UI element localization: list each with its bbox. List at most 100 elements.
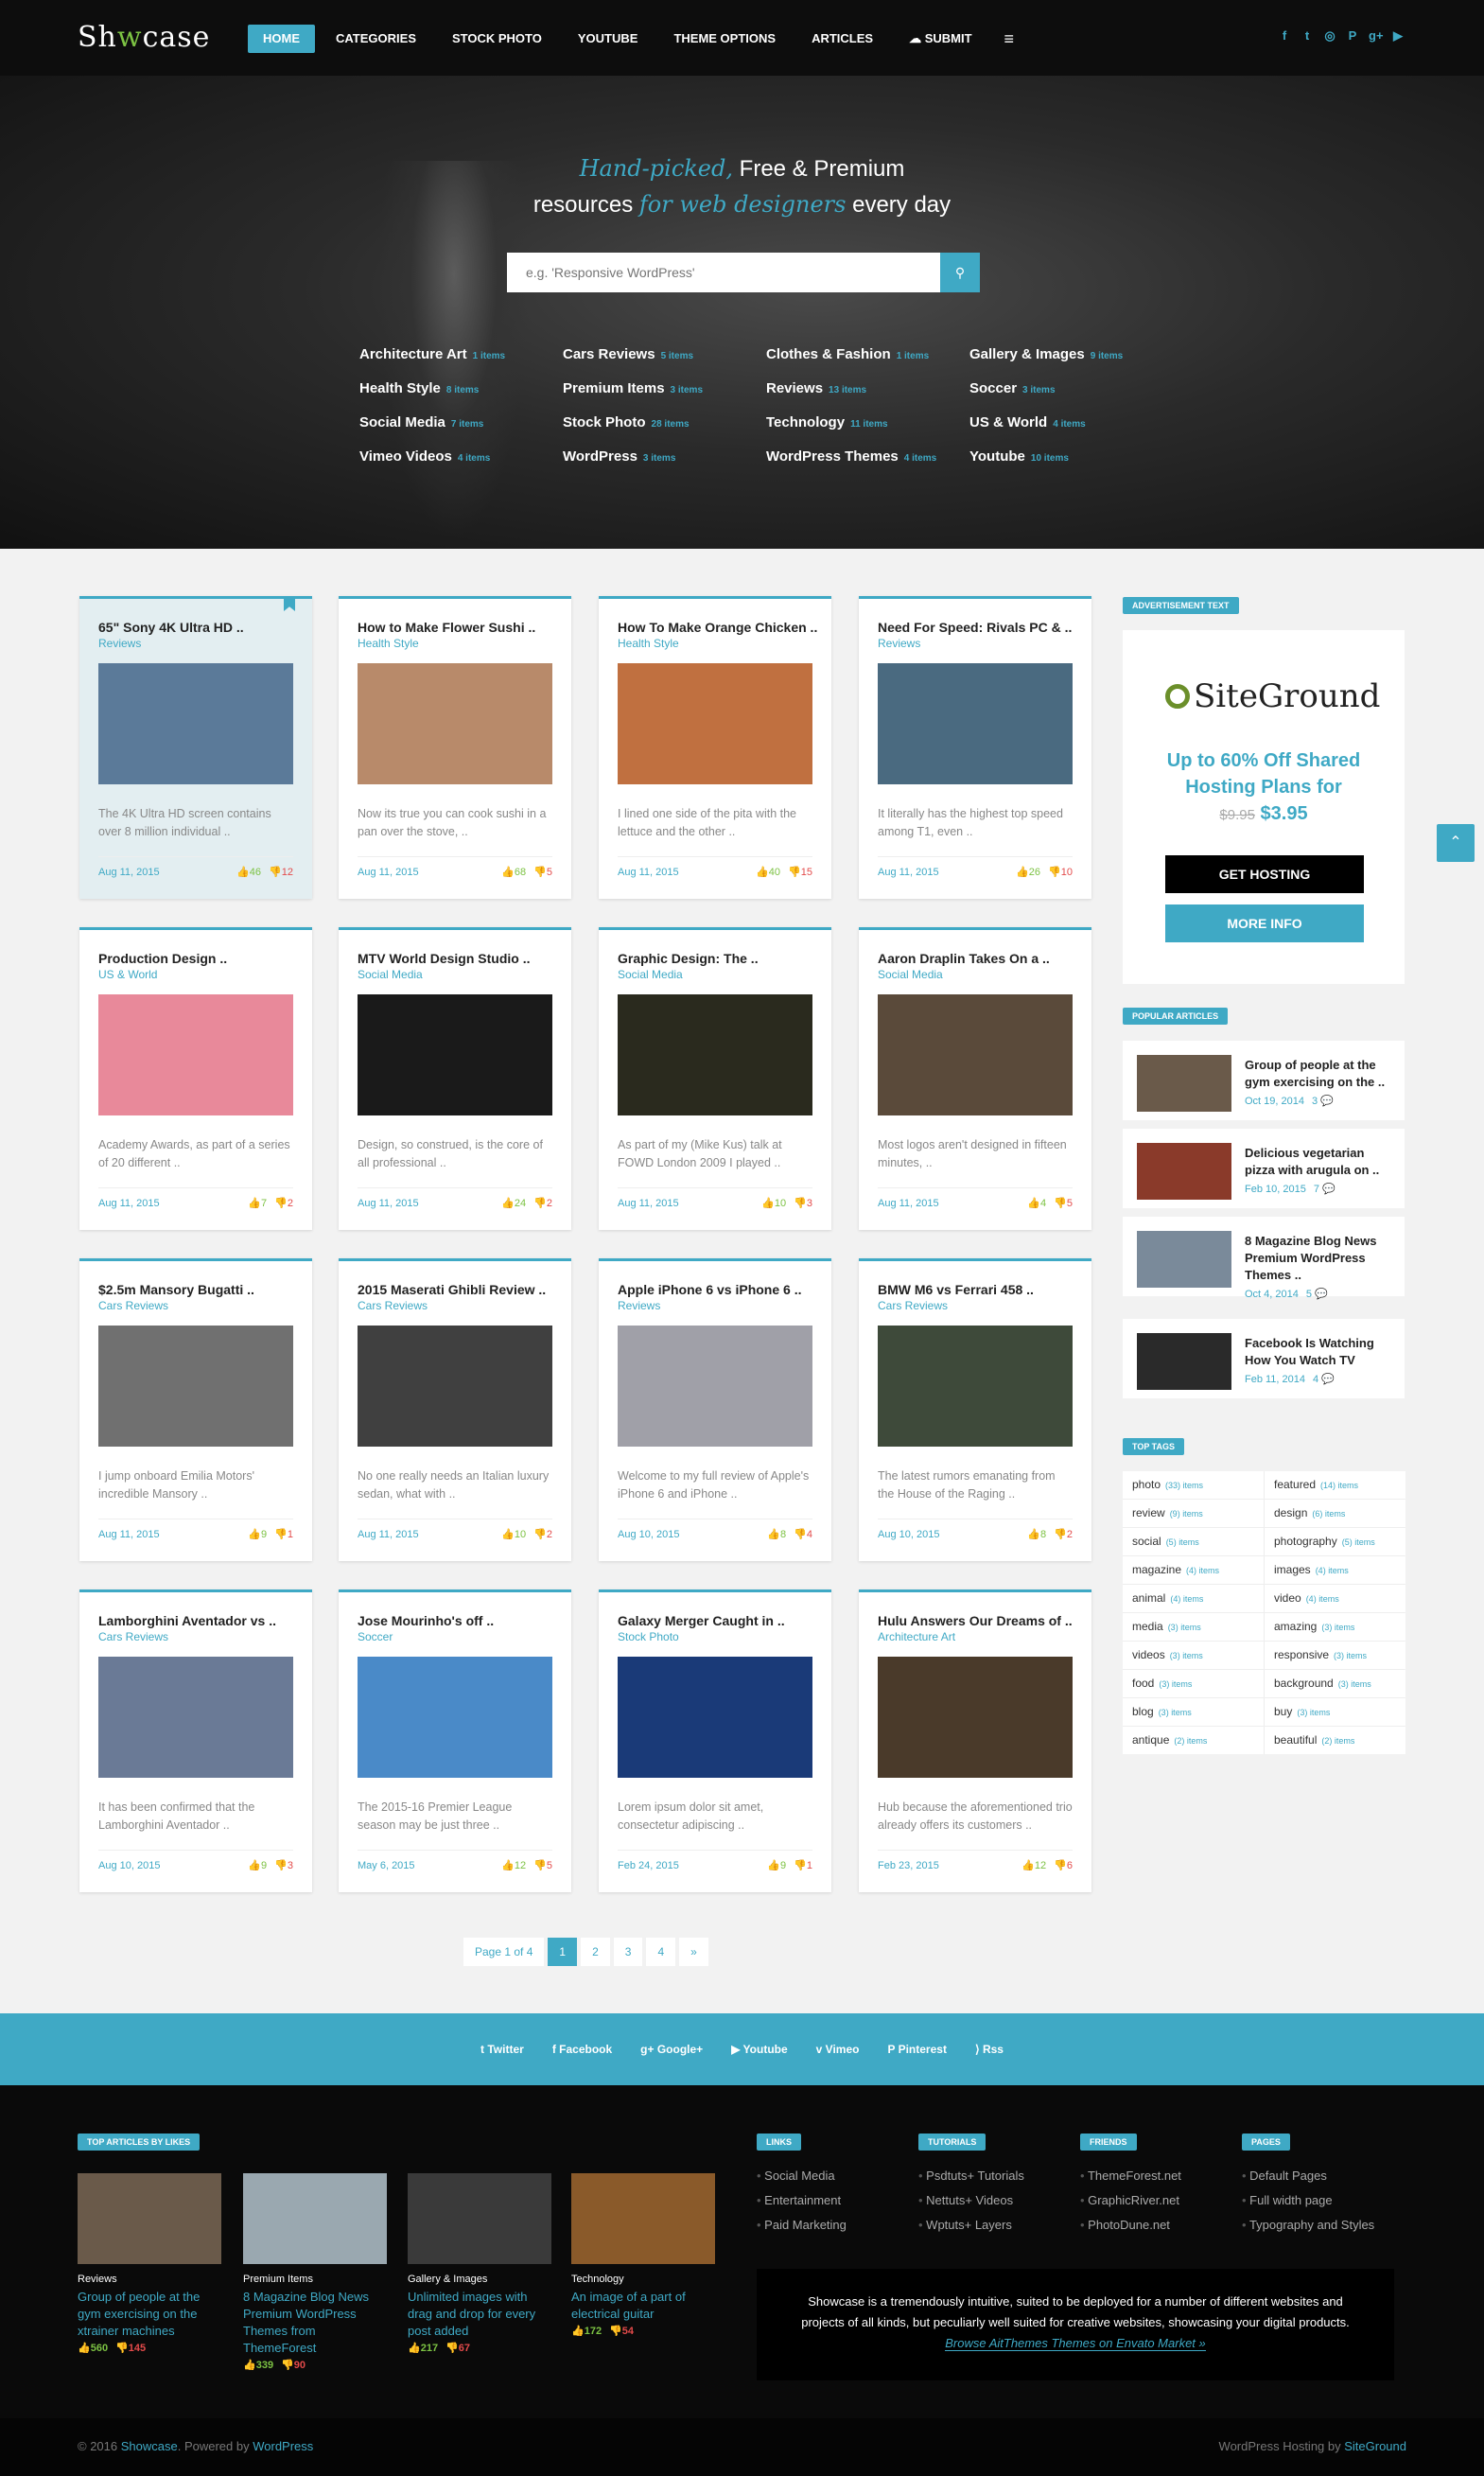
top-article[interactable]: Technology An image of a part of electric… [571,2173,715,2337]
post-category[interactable]: Cars Reviews [878,1299,948,1312]
post-card[interactable]: Hulu Answers Our Dreams of .. Architectur… [859,1589,1091,1892]
post-title[interactable]: How to Make Flower Sushi .. [358,620,535,635]
page-4[interactable]: 4 [646,1938,676,1966]
post-category[interactable]: Stock Photo [618,1630,679,1643]
post-card[interactable]: Galaxy Merger Caught in .. Stock Photo Lor… [599,1589,831,1892]
hero-category-link[interactable]: Youtube 10 items [969,448,1173,465]
top-article-thumbnail[interactable] [243,2173,387,2264]
nav-stock-photo[interactable]: STOCK PHOTO [437,25,557,53]
dislike-count[interactable]: 👎2 [533,1529,552,1540]
post-card[interactable]: BMW M6 vs Ferrari 458 .. Cars Reviews The … [859,1258,1091,1561]
social-bar-link-pinterest[interactable]: P Pinterest [887,2043,946,2056]
tag-link[interactable]: responsive (3) items [1265,1642,1405,1669]
popular-title[interactable]: Delicious vegetarian pizza with arugula … [1245,1145,1391,1179]
tag-link[interactable]: animal (4) items [1123,1585,1264,1612]
popular-title[interactable]: Facebook Is Watching How You Watch TV [1245,1335,1391,1369]
post-category[interactable]: Soccer [358,1630,393,1643]
hero-category-link[interactable]: Social Media 7 items [359,414,563,430]
top-article[interactable]: Gallery & Images Unlimited images with dr… [408,2173,551,2354]
post-title[interactable]: BMW M6 vs Ferrari 458 .. [878,1282,1034,1297]
post-card[interactable]: 65" Sony 4K Ultra HD .. Reviews The 4K Ult… [79,596,312,899]
copyright-brand-link[interactable]: Showcase [121,2439,178,2453]
dislike-count[interactable]: 👎10 [1048,867,1073,878]
social-bar-link-facebook[interactable]: f Facebook [552,2043,612,2056]
dislike-count[interactable]: 👎12 [269,867,293,878]
popular-thumbnail[interactable] [1137,1055,1231,1112]
footer-link[interactable]: Nettuts+ Videos [918,2188,1024,2213]
like-count[interactable]: 👍24 [501,1198,526,1209]
tag-link[interactable]: video (4) items [1265,1585,1405,1612]
like-count[interactable]: 👍68 [501,867,526,878]
top-article-title[interactable]: Group of people at the gym exercising on… [78,2289,221,2340]
post-title[interactable]: How To Make Orange Chicken .. [618,620,817,635]
tag-link[interactable]: magazine (4) items [1123,1556,1264,1584]
like-count[interactable]: 👍9 [248,1860,267,1871]
wordpress-link[interactable]: WordPress [253,2439,313,2453]
hero-category-link[interactable]: WordPress Themes 4 items [766,448,969,465]
nav-articles[interactable]: ARTICLES [796,25,888,53]
dislike-count[interactable]: 👎3 [274,1860,293,1871]
post-thumbnail[interactable] [98,663,293,784]
tag-link[interactable]: beautiful (2) items [1265,1727,1405,1754]
post-title[interactable]: Aaron Draplin Takes On a .. [878,951,1050,966]
hero-category-link[interactable]: Architecture Art 1 items [359,346,563,362]
post-title[interactable]: Production Design .. [98,951,227,966]
popular-article[interactable]: Delicious vegetarian pizza with arugula … [1123,1129,1405,1208]
twitter-icon[interactable]: t [1301,28,1314,44]
hero-category-link[interactable]: US & World 4 items [969,414,1173,430]
top-article[interactable]: Reviews Group of people at the gym exerci… [78,2173,221,2354]
footer-link[interactable]: Full width page [1242,2188,1374,2213]
like-count[interactable]: 👍10 [501,1529,526,1540]
dislike-count[interactable]: 👎3 [794,1198,812,1209]
tag-link[interactable]: videos (3) items [1123,1642,1264,1669]
instagram-icon[interactable]: ◎ [1323,28,1336,44]
social-bar-link-googleplus[interactable]: g+ Google+ [640,2043,703,2056]
hero-category-link[interactable]: Vimeo Videos 4 items [359,448,563,465]
post-title[interactable]: Galaxy Merger Caught in .. [618,1613,785,1628]
post-category[interactable]: Reviews [98,637,141,650]
post-thumbnail[interactable] [878,1657,1073,1778]
search-button[interactable]: ⚲ [940,253,980,292]
post-card[interactable]: Apple iPhone 6 vs iPhone 6 .. Reviews Welc… [599,1258,831,1561]
get-hosting-button[interactable]: GET HOSTING [1165,855,1364,893]
nav-youtube[interactable]: YOUTUBE [563,25,654,53]
hero-category-link[interactable]: Stock Photo 28 items [563,414,766,430]
post-card[interactable]: How To Make Orange Chicken .. Health Styl… [599,596,831,899]
tag-link[interactable]: social (5) items [1123,1528,1264,1555]
dislike-count[interactable]: 👎4 [794,1529,812,1540]
post-card[interactable]: 2015 Maserati Ghibli Review .. Cars Revie… [339,1258,571,1561]
popular-thumbnail[interactable] [1137,1231,1231,1288]
popular-article[interactable]: 8 Magazine Blog News Premium WordPress T… [1123,1217,1405,1300]
post-card[interactable]: Need For Speed: Rivals PC & .. Reviews It … [859,596,1091,899]
top-article-thumbnail[interactable] [78,2173,221,2264]
like-count[interactable]: 👍8 [1027,1529,1046,1540]
like-count[interactable]: 👍9 [248,1529,267,1540]
nav-categories[interactable]: CATEGORIES [321,25,431,53]
post-title[interactable]: MTV World Design Studio .. [358,951,531,966]
post-category[interactable]: Reviews [878,637,920,650]
dislike-count[interactable]: 👎2 [274,1198,293,1209]
post-category[interactable]: Health Style [618,637,679,650]
more-info-button[interactable]: MORE INFO [1165,904,1364,942]
post-title[interactable]: Apple iPhone 6 vs iPhone 6 .. [618,1282,802,1297]
footer-link[interactable]: Default Pages [1242,2164,1374,2188]
post-category[interactable]: Social Media [358,968,423,981]
top-article[interactable]: Premium Items 8 Magazine Blog News Premiu… [243,2173,387,2371]
post-category[interactable]: Architecture Art [878,1630,955,1643]
page-2[interactable]: 2 [581,1938,610,1966]
popular-title[interactable]: 8 Magazine Blog News Premium WordPress T… [1245,1233,1391,1284]
post-thumbnail[interactable] [98,1657,293,1778]
footer-link[interactable]: Typography and Styles [1242,2213,1374,2238]
tag-link[interactable]: photo (33) items [1123,1471,1264,1499]
tag-link[interactable]: food (3) items [1123,1670,1264,1697]
footer-link[interactable]: Paid Marketing [757,2213,847,2238]
post-title[interactable]: Graphic Design: The .. [618,951,759,966]
post-card[interactable]: Jose Mourinho's off .. Soccer The 2015-16 … [339,1589,571,1892]
like-count[interactable]: 👍10 [761,1198,786,1209]
nav-submit[interactable]: ☁ SUBMIT [894,25,986,53]
post-category[interactable]: Social Media [878,968,943,981]
popular-thumbnail[interactable] [1137,1333,1231,1390]
post-card[interactable]: $2.5m Mansory Bugatti .. Cars Reviews I ju… [79,1258,312,1561]
post-thumbnail[interactable] [878,994,1073,1115]
post-card[interactable]: Lamborghini Aventador vs .. Cars Reviews I… [79,1589,312,1892]
